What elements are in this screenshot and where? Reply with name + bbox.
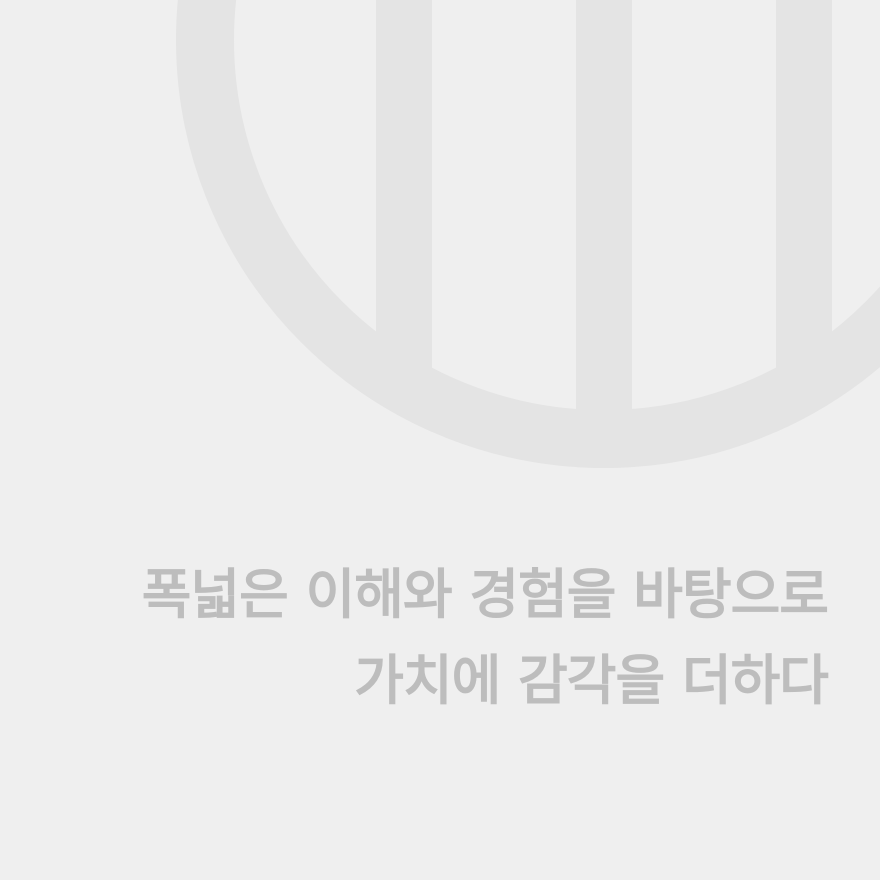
circle-bars-logo-icon — [176, 0, 880, 468]
tagline-line-1: 폭넓은 이해와 경험을 바탕으로 — [141, 563, 829, 626]
tagline-line-2: 가치에 감각을 더하다 — [354, 649, 829, 712]
tagline: 폭넓은 이해와 경험을 바탕으로 가치에 감각을 더하다 — [28, 552, 829, 724]
hero-section: 폭넓은 이해와 경험을 바탕으로 가치에 감각을 더하다 — [0, 0, 880, 880]
logo-bar-3 — [776, 0, 832, 468]
logo-bar-1 — [376, 0, 432, 468]
logo-bar-2 — [576, 0, 632, 468]
